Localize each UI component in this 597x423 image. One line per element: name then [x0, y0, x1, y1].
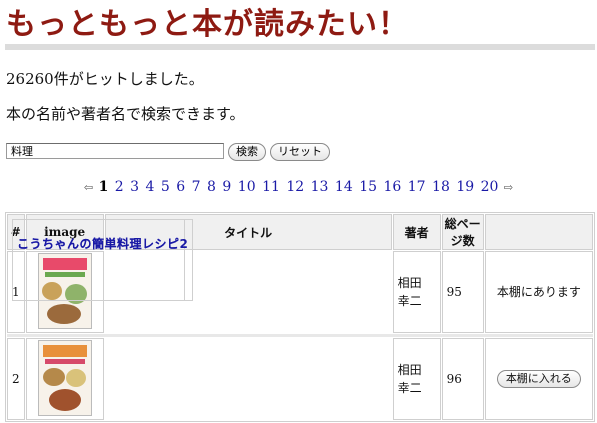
- hit-count-text: 26260件がヒットしました。: [6, 70, 204, 88]
- pagination-page-link[interactable]: 8: [207, 179, 216, 195]
- pagination-page-link[interactable]: 18: [432, 179, 450, 195]
- search-button[interactable]: 検索: [228, 143, 266, 161]
- pagination: ⇦ 1 2 3 4 5 6 7 8 9 10 11 12 13 14 15 16…: [0, 178, 597, 197]
- pagination-page-link[interactable]: 7: [192, 179, 201, 195]
- pagination-page-link[interactable]: 19: [456, 179, 474, 195]
- pagination-page-link[interactable]: 10: [238, 179, 256, 195]
- pagination-page-link[interactable]: 3: [130, 179, 139, 195]
- shelf-action-cell: 本棚に入れる: [484, 338, 593, 420]
- pagination-page-link[interactable]: 14: [335, 179, 353, 195]
- pagination-page-link[interactable]: 12: [286, 179, 304, 195]
- shelf-status-text: 本棚にあります: [484, 251, 593, 333]
- search-input[interactable]: [6, 143, 224, 159]
- book-author: 相田 幸二: [392, 251, 441, 333]
- book-cover-image: [37, 339, 92, 416]
- left-arrow-icon[interactable]: ⇦: [84, 181, 93, 194]
- pagination-page-link[interactable]: 20: [481, 179, 499, 195]
- search-hint-text: 本の名前や著者名で検索できます。: [6, 105, 245, 123]
- header-author: 著者: [392, 214, 441, 250]
- pagination-page-link[interactable]: 13: [311, 179, 329, 195]
- book-pages: 96: [441, 338, 484, 420]
- book-author: 相田 幸二: [392, 338, 441, 420]
- title-divider: [5, 44, 595, 50]
- add-to-shelf-button[interactable]: 本棚に入れる: [496, 370, 581, 388]
- header-action: [484, 214, 593, 250]
- pagination-page-link[interactable]: 5: [161, 179, 170, 195]
- book-title-link[interactable]: こうちゃんの簡単料理レシピ2: [17, 237, 188, 251]
- header-pages: 総ページ数: [441, 214, 484, 250]
- row-number: 2: [7, 338, 25, 420]
- reset-button[interactable]: リセット: [270, 143, 330, 161]
- book-cover-cell: [25, 338, 104, 420]
- pagination-page-link[interactable]: 16: [383, 179, 401, 195]
- pagination-current-page: 1: [98, 179, 109, 195]
- book-title-cell: こうちゃんの簡単料理レシピ2: [12, 219, 194, 301]
- pagination-page-link[interactable]: 6: [176, 179, 185, 195]
- pagination-page-link[interactable]: 2: [115, 179, 124, 195]
- book-table: # image タイトル 著者 総ページ数 1 こうちゃんの簡単料理レシピ 相田…: [5, 212, 595, 422]
- pagination-page-link[interactable]: 11: [262, 179, 280, 195]
- pagination-page-link[interactable]: 17: [408, 179, 426, 195]
- page-title: もっともっと本が読みたい！: [6, 7, 409, 42]
- row-divider: [7, 334, 593, 337]
- book-pages: 95: [441, 251, 484, 333]
- table-row: 2 こうちゃんの簡単料理レシピ2 相田 幸二 96 本棚に入れる: [7, 219, 593, 420]
- pagination-page-link[interactable]: 4: [146, 179, 155, 195]
- pagination-page-link[interactable]: 15: [359, 179, 377, 195]
- right-arrow-icon[interactable]: ⇨: [504, 181, 513, 194]
- pagination-page-link[interactable]: 9: [222, 179, 231, 195]
